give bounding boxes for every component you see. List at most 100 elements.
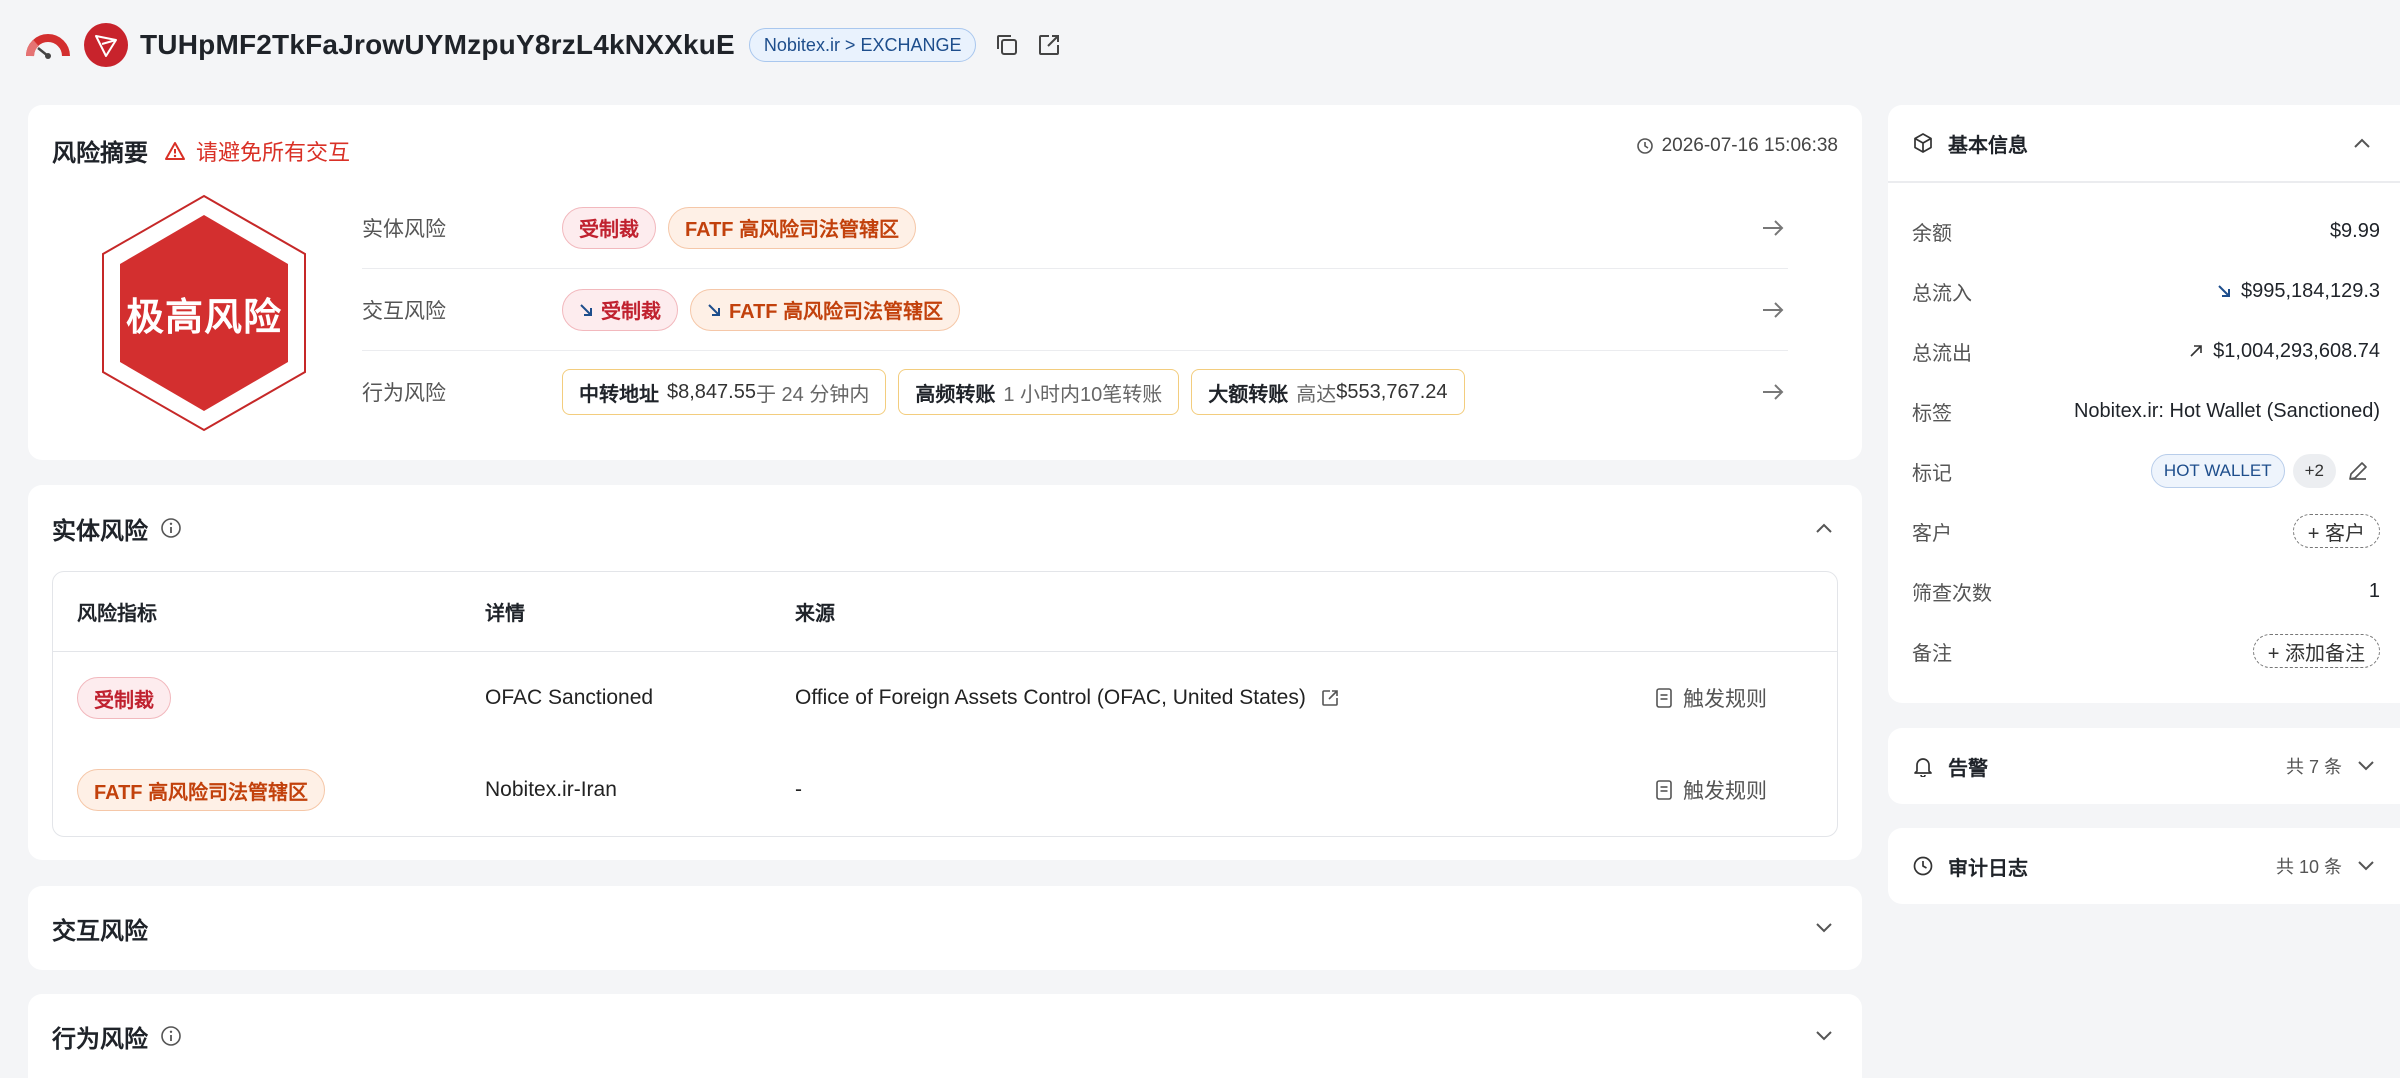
entity-risk-header[interactable]: 实体风险: [52, 485, 182, 571]
label-value: Nobitex.ir: Hot Wallet (Sanctioned): [2073, 399, 2380, 422]
arrow-right-icon[interactable]: [1758, 377, 1788, 407]
summary-row-entity-risk[interactable]: 实体风险 受制裁 FATF 高风险司法管辖区: [362, 187, 1788, 269]
table-header: 风险指标 详情 来源: [53, 572, 1837, 652]
marks-row: 标记 HOT WALLET +2: [1912, 451, 2380, 491]
chevron-down-icon[interactable]: [1810, 914, 1838, 942]
arrow-down-right-icon: [580, 303, 592, 316]
divider: [1888, 181, 2400, 183]
risk-summary-card: 风险摘要 请避免所有交互 2026-07-16 15:06:38 极高风险 实体…: [28, 105, 1862, 460]
row-label: 交互风险: [362, 299, 446, 323]
warning-icon: [165, 141, 185, 160]
tag-fatf: FATF 高风险司法管辖区: [77, 769, 326, 811]
screen-count-row: 筛查次数 1: [1912, 579, 2380, 605]
summary-title-row: 风险摘要 请避免所有交互: [52, 133, 350, 168]
cube-icon: [1914, 133, 1932, 153]
chevron-down-icon[interactable]: [2356, 760, 2376, 772]
arrow-right-icon[interactable]: [1758, 295, 1788, 325]
entity-risk-table: 风险指标 详情 来源 受制裁 OFAC Sanctioned Office of…: [52, 571, 1838, 837]
tron-logo-icon: [84, 23, 128, 67]
row-label: 行为风险: [362, 382, 446, 405]
inflow-row: 总流入 $995,184,129.3: [1912, 279, 2380, 305]
trigger-rule-link[interactable]: 触发规则: [1655, 683, 1837, 713]
label-row: 标签 Nobitex.ir: Hot Wallet (Sanctioned): [1912, 399, 2380, 425]
arrow-down-right-icon: [2218, 285, 2230, 297]
clock-icon: [1636, 138, 1653, 154]
client-row: 客户 + 客户: [1912, 511, 2380, 551]
warning-banner: 请避免所有交互: [164, 135, 350, 167]
table-row: FATF 高风险司法管辖区 Nobitex.ir-Iran - 触发规则: [53, 744, 1837, 836]
history-icon: [1913, 856, 1933, 876]
behavior-risk-card[interactable]: 行为风险: [28, 994, 1862, 1078]
add-client-button[interactable]: + 客户: [2292, 514, 2380, 548]
col-source: 来源: [795, 603, 835, 625]
section-title: 实体风险: [52, 517, 148, 545]
more-marks-chip[interactable]: +2: [2292, 454, 2336, 488]
trigger-rule-link[interactable]: 触发规则: [1655, 775, 1837, 805]
detail-cell: OFAC Sanctioned: [485, 686, 654, 709]
source-cell: Office of Foreign Assets Control (OFAC, …: [795, 686, 1655, 710]
tag-fatf: FATF 高风险司法管辖区: [690, 288, 961, 331]
outflow-row: 总流出 $1,004,293,608.74: [1912, 339, 2380, 365]
alerts-count: 共 7 条: [2285, 757, 2342, 777]
tag-sanctioned: 受制裁: [77, 677, 171, 719]
entity-risk-card: 实体风险 风险指标 详情 来源 受制裁 OFAC Sanctioned Offi…: [28, 485, 1862, 860]
entity-pill[interactable]: Nobitex.ir > EXCHANGE: [748, 28, 977, 62]
mark-chip[interactable]: HOT WALLET: [2150, 454, 2285, 488]
risk-level-label: 极高风险: [125, 296, 282, 339]
table-row: 受制裁 OFAC Sanctioned Office of Foreign As…: [53, 652, 1837, 744]
alerts-card[interactable]: 告警 共 7 条: [1888, 728, 2400, 804]
copy-icon[interactable]: [990, 28, 1024, 62]
card-title: 基本信息: [1948, 134, 2028, 157]
basic-info-card: 基本信息 余额 $9.99 总流入 $995,184,129.3 总流出 $1,0…: [1888, 105, 2400, 703]
tag-large-transfer: 大额转账 高达 $553,767.24: [1191, 369, 1465, 415]
audit-log-card[interactable]: 审计日志 共 10 条: [1888, 828, 2400, 904]
chevron-down-icon[interactable]: [1810, 1022, 1838, 1050]
timestamp-text: 2026-07-16 15:06:38: [1661, 135, 1838, 156]
section-title: 行为风险: [52, 1025, 148, 1053]
row-label: 实体风险: [362, 217, 446, 241]
tag-fatf: FATF 高风险司法管辖区: [668, 206, 917, 249]
external-link-icon[interactable]: [1320, 688, 1340, 708]
chevron-up-icon[interactable]: [2348, 129, 2376, 157]
info-icon[interactable]: [160, 517, 182, 539]
page-header: TUHpMF2TkFaJrowUYMzpuY8rzL4kNXXkuE Nobit…: [26, 20, 1074, 70]
notes-row: 备注 + 添加备注: [1912, 631, 2380, 671]
summary-row-interaction-risk[interactable]: 交互风险 受制裁 FATF 高风险司法管辖区: [362, 269, 1788, 351]
document-icon: [1656, 688, 1672, 708]
detail-cell: Nobitex.ir-Iran: [485, 778, 617, 801]
card-title: 审计日志: [1948, 857, 2028, 880]
summary-title: 风险摘要: [52, 140, 148, 167]
outflow-value: $1,004,293,608.74: [2213, 339, 2380, 362]
summary-row-behavior-risk[interactable]: 行为风险 中转地址 $8,847.55 于 24 分钟内 高频转账 1 小时内10笔…: [362, 351, 1788, 433]
basic-info-header[interactable]: 基本信息: [1912, 105, 2028, 181]
interaction-risk-card[interactable]: 交互风险: [28, 886, 1862, 970]
col-detail: 详情: [485, 603, 525, 625]
tag-sanctioned: 受制裁: [562, 206, 656, 249]
col-indicator: 风险指标: [77, 603, 157, 625]
balance-value: $9.99: [2329, 219, 2380, 242]
source-cell: -: [795, 778, 802, 801]
screen-count-value: 1: [2368, 579, 2380, 602]
add-note-button[interactable]: + 添加备注: [2252, 634, 2380, 668]
inflow-value: $995,184,129.3: [2240, 279, 2380, 302]
wallet-address: TUHpMF2TkFaJrowUYMzpuY8rzL4kNXXkuE: [140, 29, 735, 60]
chevron-up-icon[interactable]: [1810, 514, 1838, 542]
external-link-icon[interactable]: [1032, 28, 1066, 62]
arrow-right-icon[interactable]: [1758, 213, 1788, 243]
edit-icon[interactable]: [2346, 459, 2370, 483]
audit-count: 共 10 条: [2275, 857, 2342, 877]
info-icon[interactable]: [160, 1025, 182, 1047]
tag-relay-address: 中转地址 $8,847.55 于 24 分钟内: [562, 369, 887, 415]
arrow-down-right-icon: [708, 303, 720, 316]
balance-row: 余额 $9.99: [1912, 219, 2380, 245]
tag-high-frequency: 高频转账 1 小时内10笔转账: [898, 369, 1180, 415]
summary-timestamp: 2026-07-16 15:06:38: [1636, 135, 1838, 157]
warning-text: 请避免所有交互: [196, 139, 351, 165]
bell-icon: [1914, 758, 1932, 777]
chevron-down-icon[interactable]: [2356, 860, 2376, 872]
card-title: 告警: [1948, 757, 1988, 780]
section-title: 交互风险: [52, 917, 148, 945]
arrow-up-right-icon: [2190, 345, 2202, 357]
risk-level-hexagon: 极高风险: [100, 193, 308, 433]
tag-sanctioned: 受制裁: [562, 288, 678, 331]
